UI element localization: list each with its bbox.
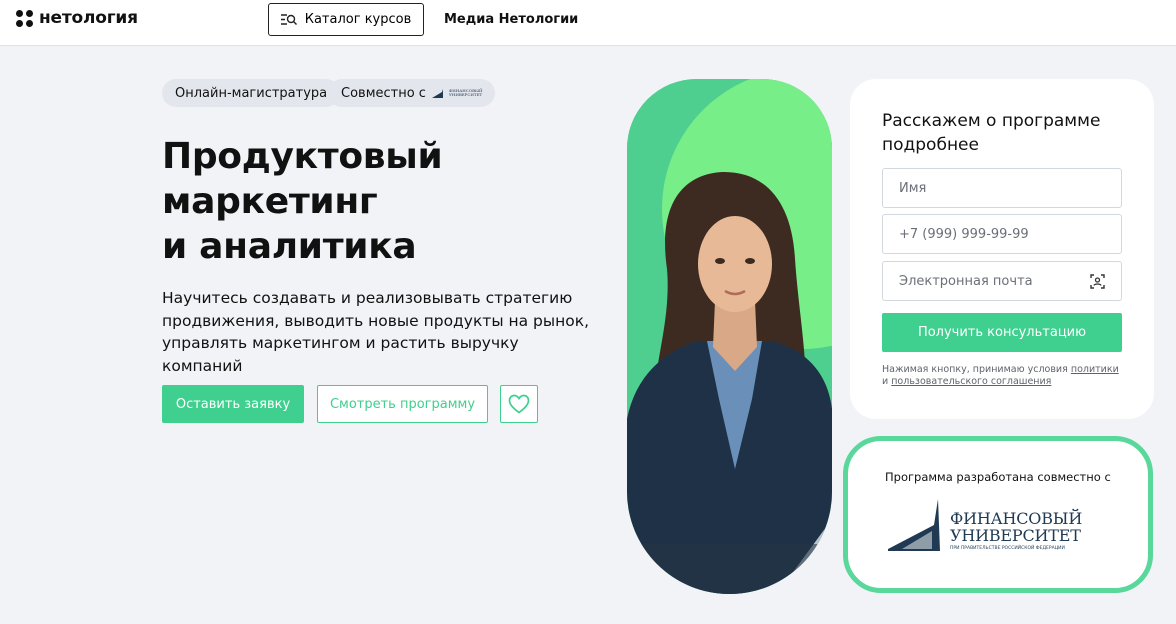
finuniversity-mini-text: ФИНАНСОВЫЙ УНИВЕРСИТЕТ bbox=[448, 88, 483, 97]
policy-link[interactable]: политики bbox=[1071, 364, 1119, 375]
phone-input[interactable]: +7 (999) 999-99-99 bbox=[882, 214, 1122, 254]
apply-button[interactable]: Оставить заявку bbox=[162, 385, 304, 423]
catalog-search-icon bbox=[280, 13, 297, 25]
name-input[interactable]: Имя bbox=[882, 168, 1122, 208]
title-line-1: Продуктовый bbox=[162, 136, 443, 177]
page-title: Продуктовый маркетинг и аналитика bbox=[162, 134, 582, 269]
tag-online-masters: Онлайн-магистратура bbox=[162, 79, 341, 107]
finuniversity-logo[interactable]: ФИНАНСОВЫЙ УНИВЕРСИТЕТ ПРИ ПРАВИТЕЛЬСТВЕ… bbox=[888, 499, 1082, 551]
tag-together-label: Совместно с bbox=[341, 85, 426, 101]
consultation-form: Расскажем о программе подробнее Имя +7 (… bbox=[850, 79, 1154, 419]
partner-text: Программа разработана совместно с bbox=[885, 470, 1111, 484]
name-placeholder: Имя bbox=[899, 180, 927, 196]
email-placeholder: Электронная почта bbox=[899, 273, 1033, 289]
finuniversity-emblem-icon bbox=[888, 499, 940, 551]
finuniversity-subtitle: ПРИ ПРАВИТЕЛЬСТВЕ РОССИЙСКОЙ ФЕДЕРАЦИИ bbox=[950, 546, 1065, 551]
get-consultation-button[interactable]: Получить консультацию bbox=[882, 313, 1122, 352]
partner-card: Программа разработана совместно с ФИНАНС… bbox=[843, 436, 1153, 593]
consent-text: Нажимая кнопку, принимаю условия политик… bbox=[882, 364, 1132, 388]
netology-logo[interactable]: нетология bbox=[16, 8, 138, 28]
heart-icon bbox=[508, 394, 530, 414]
program-description: Научитесь создавать и реализовывать стра… bbox=[162, 289, 590, 375]
title-line-2: маркетинг bbox=[162, 181, 378, 222]
finuniversity-mini-logo: ФИНАНСОВЫЙ УНИВЕРСИТЕТ bbox=[431, 88, 483, 98]
consent-prefix: Нажимая кнопку, принимаю условия bbox=[882, 364, 1068, 375]
form-title: Расскажем о программе подробнее bbox=[882, 111, 1101, 155]
view-program-button[interactable]: Смотреть программу bbox=[317, 385, 488, 423]
phone-placeholder: +7 (999) 999-99-99 bbox=[899, 226, 1029, 242]
logo-mark-icon bbox=[16, 9, 33, 27]
media-link[interactable]: Медиа Нетологии bbox=[444, 12, 578, 27]
title-line-3: и аналитика bbox=[162, 226, 417, 267]
site-header: нетология Каталог курсов Медиа Нетологии bbox=[0, 0, 1176, 46]
finuniversity-line2: УНИВЕРСИТЕТ bbox=[950, 526, 1081, 545]
email-input[interactable]: Электронная почта bbox=[882, 261, 1122, 301]
logo-text: нетология bbox=[39, 8, 138, 28]
favorite-button[interactable] bbox=[500, 385, 538, 423]
consent-and: и bbox=[882, 376, 889, 387]
tag-online-label: Онлайн-магистратура bbox=[175, 85, 328, 101]
catalog-button[interactable]: Каталог курсов bbox=[268, 3, 424, 36]
student-photo bbox=[627, 79, 832, 594]
user-agreement-link[interactable]: пользовательского соглашения bbox=[891, 376, 1051, 387]
contact-scan-icon[interactable] bbox=[1090, 273, 1105, 289]
catalog-label: Каталог курсов bbox=[304, 12, 412, 27]
finuniversity-line1: ФИНАНСОВЫЙ bbox=[950, 509, 1083, 528]
tag-together-with: Совместно с ФИНАНСОВЫЙ УНИВЕРСИТЕТ bbox=[328, 79, 496, 107]
